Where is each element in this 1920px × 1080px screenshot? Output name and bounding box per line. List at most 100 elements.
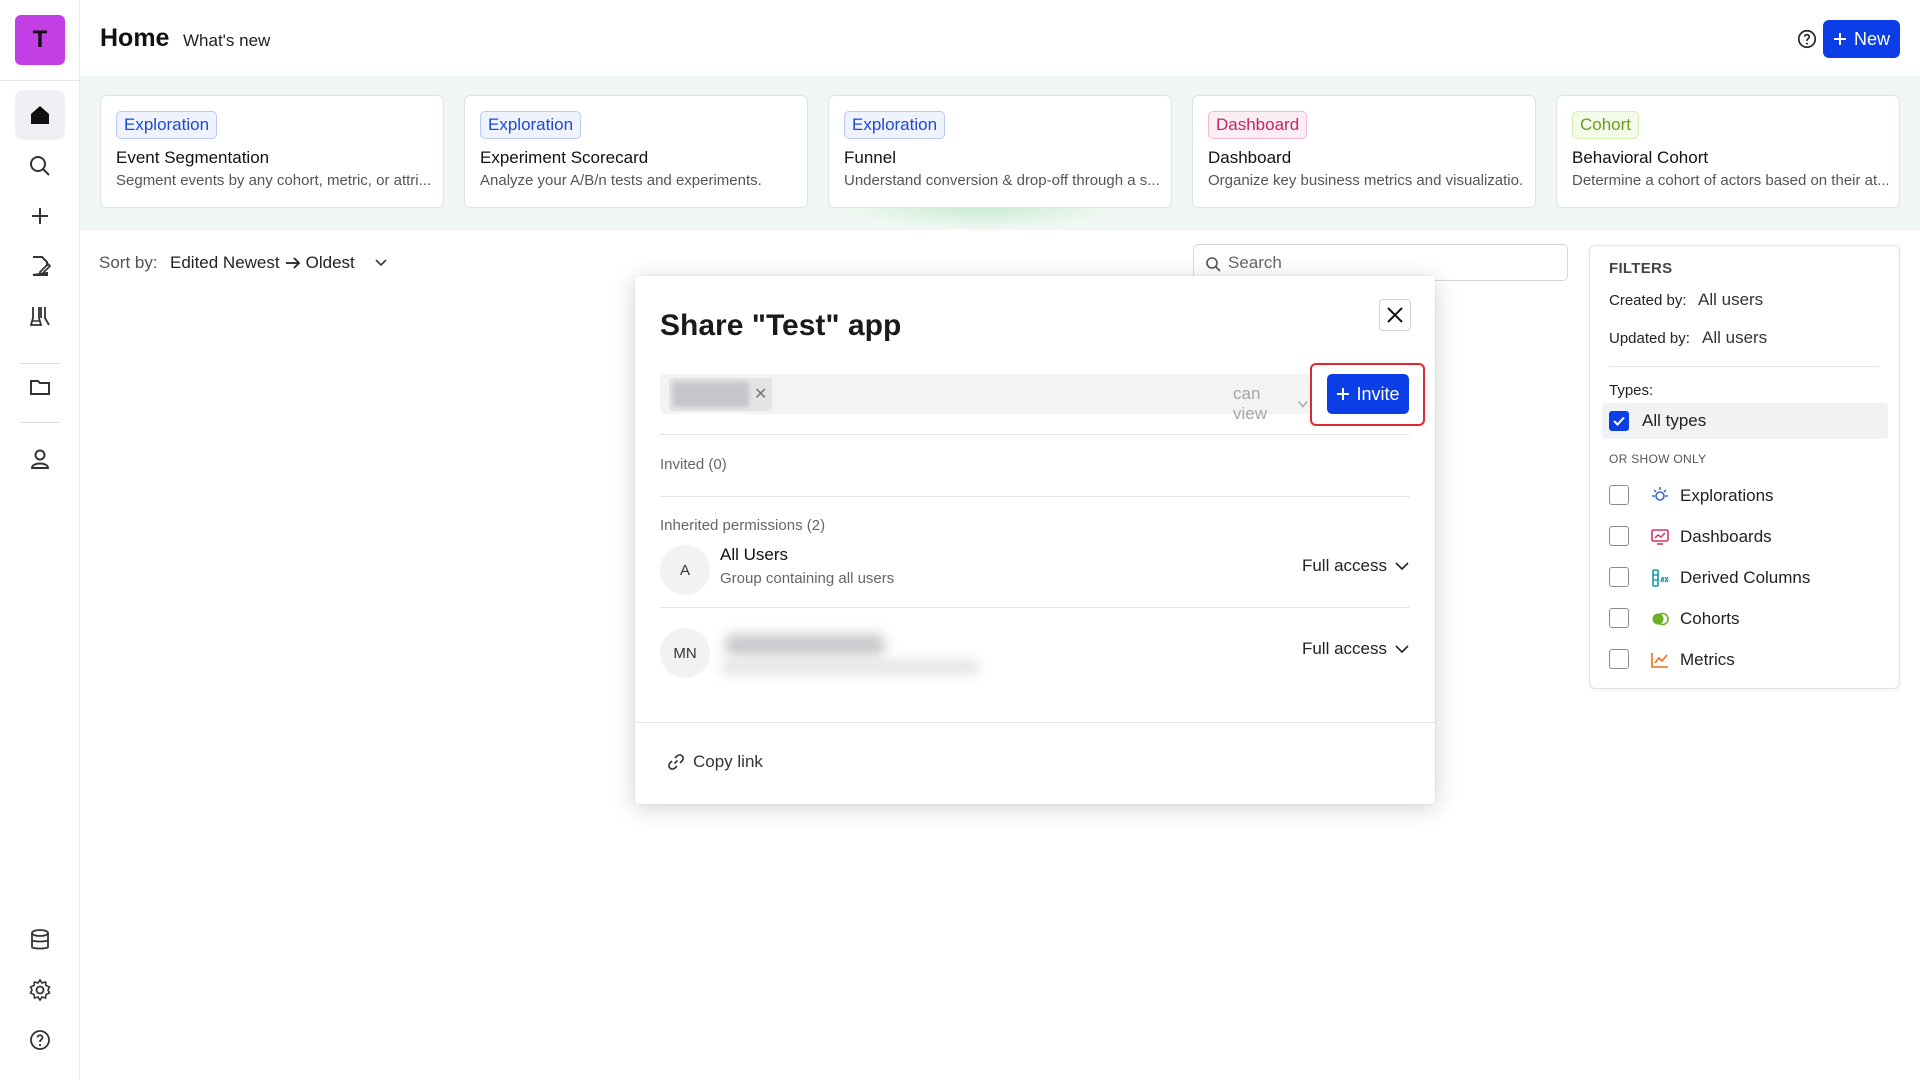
sort-to: Oldest	[305, 253, 355, 272]
permission-select[interactable]: can view	[1233, 384, 1310, 424]
invitee-chip: ✕	[669, 378, 772, 411]
nav-header-divider	[0, 80, 80, 81]
help-icon	[30, 1030, 50, 1050]
metrics-checkbox[interactable]	[1609, 649, 1629, 669]
new-button-label: New	[1853, 28, 1890, 49]
nav-experiments[interactable]	[15, 291, 65, 341]
all-types-checkbox[interactable]	[1609, 411, 1629, 431]
chevron-down-icon	[1395, 562, 1409, 571]
avatar: A	[660, 545, 710, 595]
filters-divider	[1609, 366, 1879, 367]
dashboard-icon	[1651, 529, 1669, 545]
help-icon[interactable]	[1796, 28, 1818, 50]
invite-button[interactable]: Invite	[1327, 374, 1409, 414]
filter-derived-columns[interactable]: Derived Columns	[1602, 559, 1888, 595]
nav-profile[interactable]	[15, 434, 65, 484]
card-description: Organize key business metrics and visual…	[1208, 172, 1524, 189]
permission-row-all-users: A All Users Group containing all users F…	[660, 539, 1410, 599]
modal-footer-divider	[635, 722, 1435, 723]
nav-settings[interactable]	[15, 965, 65, 1015]
card-badge: Exploration	[116, 111, 218, 139]
template-card-event-segmentation[interactable]: Exploration Event Segmentation Segment e…	[100, 95, 444, 208]
close-button[interactable]	[1379, 299, 1411, 331]
filter-label: Cohorts	[1680, 609, 1740, 628]
nav-home[interactable]	[15, 90, 65, 140]
chevron-down-icon[interactable]	[372, 254, 390, 272]
home-icon	[31, 106, 49, 124]
check-icon	[1613, 416, 1625, 426]
nav-create[interactable]	[15, 191, 65, 241]
access-level-select[interactable]: Full access	[1302, 639, 1410, 659]
card-description: Determine a cohort of actors based on th…	[1572, 172, 1888, 189]
template-card-behavioral-cohort[interactable]: Cohort Behavioral Cohort Determine a coh…	[1556, 95, 1900, 208]
filter-explorations[interactable]: Explorations	[1602, 477, 1888, 513]
permission-name: All Users	[720, 545, 789, 564]
nav-data[interactable]	[15, 915, 65, 965]
workspace-avatar[interactable]: T	[15, 15, 65, 65]
card-description: Understand conversion & drop-off through…	[844, 172, 1160, 189]
derived-column-icon	[1652, 569, 1669, 587]
card-title: Dashboard	[1208, 148, 1292, 167]
card-title: Behavioral Cohort	[1572, 148, 1709, 167]
permission-subtitle: Group containing all users	[720, 570, 895, 587]
filter-label: Metrics	[1680, 650, 1735, 669]
card-title: Experiment Scorecard	[480, 148, 649, 167]
nav-search[interactable]	[15, 141, 65, 191]
template-cards-band: Exploration Event Segmentation Segment e…	[80, 76, 1920, 230]
search-input[interactable]	[1228, 251, 1548, 275]
database-icon	[31, 929, 49, 950]
whats-new-link[interactable]: What's new	[183, 31, 270, 51]
sort-from: Edited Newest	[170, 253, 280, 272]
card-badge: Exploration	[844, 111, 946, 139]
card-title: Funnel	[844, 148, 896, 167]
chevron-down-icon	[1395, 645, 1409, 654]
card-title: Event Segmentation	[116, 148, 270, 167]
sort-select[interactable]: Edited Newest Oldest	[170, 253, 355, 273]
created-by-select[interactable]: All users	[1698, 290, 1763, 310]
dashboards-checkbox[interactable]	[1609, 526, 1629, 546]
filter-cohorts[interactable]: Cohorts	[1602, 600, 1888, 636]
lab-icon	[29, 307, 50, 326]
derived-columns-checkbox[interactable]	[1609, 567, 1629, 587]
created-by-label: Created by:	[1609, 292, 1687, 309]
invite-button-label: Invite	[1356, 383, 1400, 404]
plus-icon	[32, 208, 48, 224]
template-card-experiment-scorecard[interactable]: Exploration Experiment Scorecard Analyze…	[464, 95, 808, 208]
cohorts-checkbox[interactable]	[1609, 608, 1629, 628]
all-types-option[interactable]: All types	[1602, 403, 1888, 439]
remove-chip-icon[interactable]: ✕	[754, 384, 767, 404]
gear-icon	[29, 978, 51, 1002]
template-card-dashboard[interactable]: Dashboard Dashboard Organize key busines…	[1192, 95, 1536, 208]
card-description: Segment events by any cohort, metric, or…	[116, 172, 432, 189]
updated-by-label: Updated by:	[1609, 330, 1690, 347]
folder-icon	[30, 380, 50, 395]
card-badge: Exploration	[480, 111, 582, 139]
new-button[interactable]: New	[1823, 20, 1900, 58]
page-title: Home	[100, 24, 170, 52]
exploration-icon	[1652, 487, 1668, 501]
close-icon	[1387, 307, 1403, 323]
updated-by-select[interactable]: All users	[1702, 328, 1767, 348]
filter-dashboards[interactable]: Dashboards	[1602, 518, 1888, 554]
access-level-label: Full access	[1301, 639, 1387, 658]
nav-notebooks[interactable]	[15, 241, 65, 291]
share-modal: Share "Test" app ✕ can view Invite Invit…	[635, 276, 1435, 804]
copy-link-button[interactable]: Copy link	[667, 752, 763, 772]
search-icon	[30, 156, 50, 176]
card-badge: Cohort	[1572, 111, 1640, 139]
modal-title: Share "Test" app	[660, 309, 902, 342]
filter-metrics[interactable]: Metrics	[1602, 641, 1888, 677]
explorations-checkbox[interactable]	[1609, 485, 1629, 505]
metric-icon	[1651, 653, 1668, 668]
nav-folders[interactable]	[15, 362, 65, 412]
plus-icon	[1833, 33, 1846, 45]
permission-select-label: can view	[1233, 384, 1268, 423]
invite-input[interactable]: ✕ can view	[660, 374, 1310, 423]
nav-divider	[20, 422, 60, 423]
template-card-funnel[interactable]: Exploration Funnel Understand conversion…	[828, 95, 1172, 208]
access-level-select[interactable]: Full access	[1302, 556, 1410, 576]
redacted-invitee	[673, 382, 749, 407]
card-description: Analyze your A/B/n tests and experiments…	[480, 172, 762, 189]
copy-link-label: Copy link	[693, 752, 763, 771]
nav-help[interactable]	[15, 1015, 65, 1065]
